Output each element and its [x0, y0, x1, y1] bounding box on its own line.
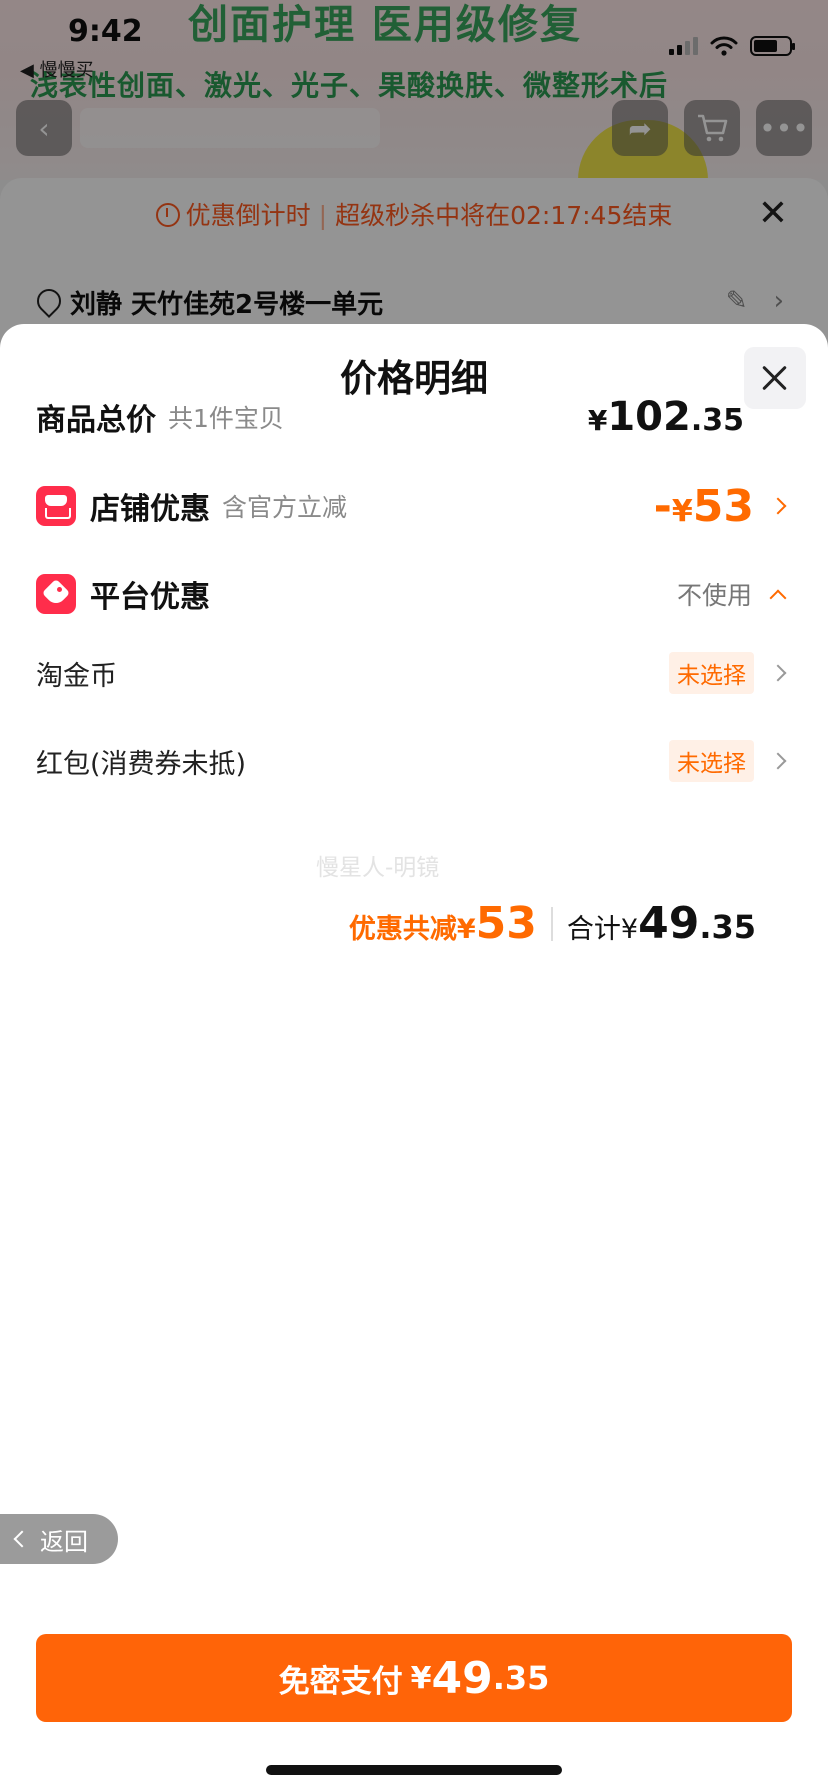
shop-discount-amount: -¥53 [653, 480, 754, 532]
shop-discount-row[interactable]: 店铺优惠 含官方立减 -¥53 [36, 478, 792, 534]
goods-total-label: 商品总价 [36, 403, 156, 438]
price-detail-sheet: 价格明细 商品总价 共1件宝贝 ¥102.35 店铺优惠 含官方立减 -¥53 … [0, 324, 828, 1792]
chevron-right-icon [769, 497, 787, 515]
chevron-left-icon [13, 1530, 31, 1548]
watermark: 慢星人-明镜 [316, 855, 440, 881]
total-discount: 优惠共减¥53 [348, 898, 537, 949]
platform-discount-row[interactable]: 平台优惠 不使用 [36, 566, 792, 622]
shop-discount-note: 含官方立减 [222, 493, 348, 522]
red-packet-label: 红包(消费券未抵) [36, 748, 247, 780]
goods-count: 共1件宝贝 [168, 404, 284, 433]
red-packet-row[interactable]: 红包(消费券未抵) 未选择 [36, 736, 792, 786]
chevron-up-icon [769, 589, 787, 607]
pay-button[interactable]: 免密支付 ¥ 49 .35 [36, 1634, 792, 1722]
taojinbi-row[interactable]: 淘金币 未选择 [36, 648, 792, 698]
pay-button-amount: 49 [431, 1652, 493, 1704]
chevron-right-icon [769, 664, 787, 682]
divider [550, 906, 553, 941]
chevron-right-icon [769, 752, 787, 770]
price-summary: 优惠共减¥53 合计¥49.35 [0, 898, 756, 949]
coupon-tag-icon [36, 574, 76, 614]
red-packet-status-badge: 未选择 [669, 740, 754, 782]
shop-discount-label: 店铺优惠 [90, 492, 210, 527]
platform-discount-label: 平台优惠 [90, 580, 210, 615]
taojinbi-label: 淘金币 [36, 660, 117, 692]
close-icon [761, 364, 789, 392]
home-indicator[interactable] [266, 1765, 562, 1775]
goods-total-row: 商品总价 共1件宝贝 ¥102.35 [36, 392, 792, 442]
grand-total: 合计¥49.35 [566, 898, 756, 949]
back-label: 返回 [40, 1527, 88, 1556]
platform-discount-status: 不使用 [676, 581, 752, 610]
pay-button-label: 免密支付 [278, 1663, 403, 1700]
pay-button-decimal: .35 [492, 1659, 550, 1697]
taojinbi-status-badge: 未选择 [669, 652, 754, 694]
shop-icon [36, 486, 76, 526]
goods-total-amount: ¥102.35 [587, 394, 744, 440]
pay-button-currency: ¥ [410, 1660, 432, 1696]
back-button[interactable]: 返回 [0, 1514, 118, 1564]
